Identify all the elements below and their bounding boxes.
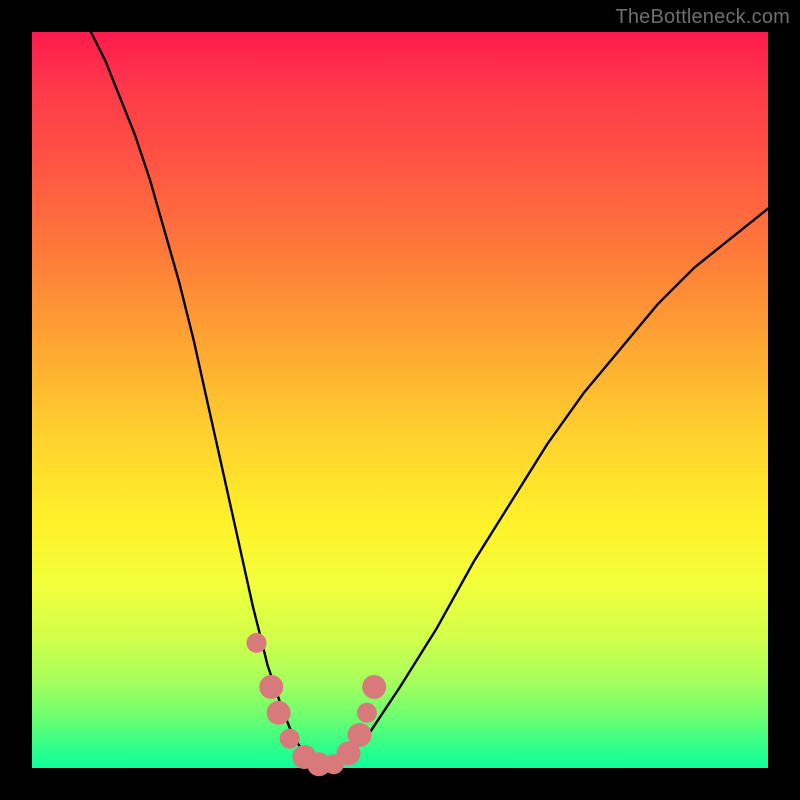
plot-area — [32, 32, 768, 768]
watermark-text: TheBottleneck.com — [615, 6, 790, 29]
bottleneck-curve-svg — [32, 32, 768, 768]
curve-marker — [357, 703, 377, 723]
curve-marker — [267, 701, 291, 725]
curve-marker — [348, 723, 372, 747]
bottleneck-curve — [91, 32, 768, 764]
chart-frame: TheBottleneck.com — [0, 0, 800, 800]
curve-marker — [280, 729, 300, 749]
curve-marker — [362, 675, 386, 699]
curve-marker — [247, 633, 267, 653]
curve-marker — [259, 675, 283, 699]
curve-markers — [247, 633, 387, 776]
